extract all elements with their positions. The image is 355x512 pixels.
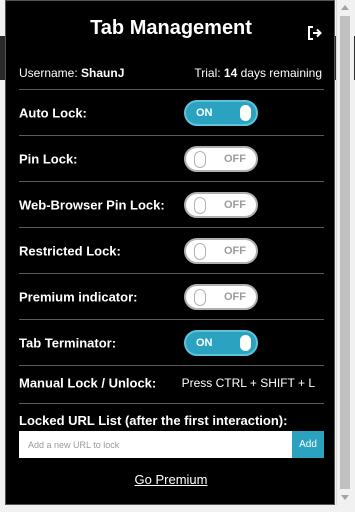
- logout-icon[interactable]: [307, 25, 323, 41]
- toggle-state: ON: [196, 107, 213, 119]
- setting-label: Restricted Lock:: [19, 243, 121, 259]
- restricted-lock-toggle[interactable]: OFF: [184, 238, 258, 264]
- toggle-state: OFF: [224, 199, 246, 211]
- divider: [19, 403, 324, 404]
- divider: [19, 273, 324, 274]
- toggle-state: OFF: [224, 245, 246, 257]
- url-add-form: Add: [19, 431, 324, 458]
- toggle-knob: [240, 105, 251, 121]
- divider: [19, 89, 324, 90]
- toggle-knob: [240, 335, 251, 351]
- manual-lock-label: Manual Lock / Unlock:: [19, 375, 157, 391]
- web-browser-pin-lock-toggle[interactable]: OFF: [184, 192, 258, 218]
- page-title: Tab Management: [90, 17, 252, 39]
- toggle-state: OFF: [224, 153, 246, 165]
- setting-label: Tab Terminator:: [19, 335, 117, 351]
- setting-tab-terminator: Tab Terminator: ON: [19, 323, 324, 363]
- setting-label: Premium indicator:: [19, 289, 138, 305]
- url-input[interactable]: [19, 431, 292, 458]
- toggle-knob: [194, 197, 206, 214]
- user-info-row: Username: ShaunJ Trial: 14 days remainin…: [19, 63, 322, 81]
- setting-label: Auto Lock:: [19, 105, 87, 121]
- locked-url-list-title: Locked URL List (after the first interac…: [19, 413, 288, 428]
- divider: [19, 319, 324, 320]
- premium-indicator-toggle[interactable]: OFF: [184, 284, 258, 310]
- scroll-thumb[interactable]: [340, 16, 350, 489]
- manual-lock-shortcut: Press CTRL + SHIFT + L: [181, 376, 315, 390]
- popup-header: Tab Management: [6, 17, 336, 40]
- toggle-knob: [194, 243, 206, 260]
- trial-suffix: days remaining: [240, 66, 322, 80]
- divider: [19, 135, 324, 136]
- username-value: ShaunJ: [81, 66, 125, 80]
- go-premium-container: Go Premium: [6, 472, 336, 487]
- setting-auto-lock: Auto Lock: ON: [19, 93, 324, 133]
- toggle-state: ON: [196, 337, 213, 349]
- tab-terminator-toggle[interactable]: ON: [184, 330, 258, 356]
- extension-popup: Tab Management Username: ShaunJ Trial: 1…: [5, 0, 335, 505]
- setting-web-browser-pin-lock: Web-Browser Pin Lock: OFF: [19, 185, 324, 225]
- manual-lock-row: Manual Lock / Unlock: Press CTRL + SHIFT…: [19, 363, 324, 403]
- pin-lock-toggle[interactable]: OFF: [184, 146, 258, 172]
- toggle-knob: [194, 151, 206, 168]
- trial-status: Trial: 14 days remaining: [194, 66, 322, 80]
- trial-label: Trial:: [194, 66, 221, 80]
- add-url-button[interactable]: Add: [292, 431, 324, 458]
- username-text: Username: ShaunJ: [19, 66, 124, 80]
- setting-label: Web-Browser Pin Lock:: [19, 197, 165, 213]
- scroll-up-icon[interactable]: [341, 5, 349, 10]
- setting-premium-indicator: Premium indicator: OFF: [19, 277, 324, 317]
- scrollbar[interactable]: [336, 0, 354, 505]
- setting-label: Pin Lock:: [19, 151, 78, 167]
- go-premium-link[interactable]: Go Premium: [135, 472, 208, 487]
- toggle-knob: [194, 289, 206, 306]
- scroll-down-icon[interactable]: [341, 495, 349, 500]
- toggle-state: OFF: [224, 291, 246, 303]
- trial-days: 14: [223, 66, 238, 80]
- username-label: Username:: [19, 66, 78, 80]
- divider: [19, 227, 324, 228]
- auto-lock-toggle[interactable]: ON: [184, 100, 258, 126]
- divider: [19, 181, 324, 182]
- setting-pin-lock: Pin Lock: OFF: [19, 139, 324, 179]
- setting-restricted-lock: Restricted Lock: OFF: [19, 231, 324, 271]
